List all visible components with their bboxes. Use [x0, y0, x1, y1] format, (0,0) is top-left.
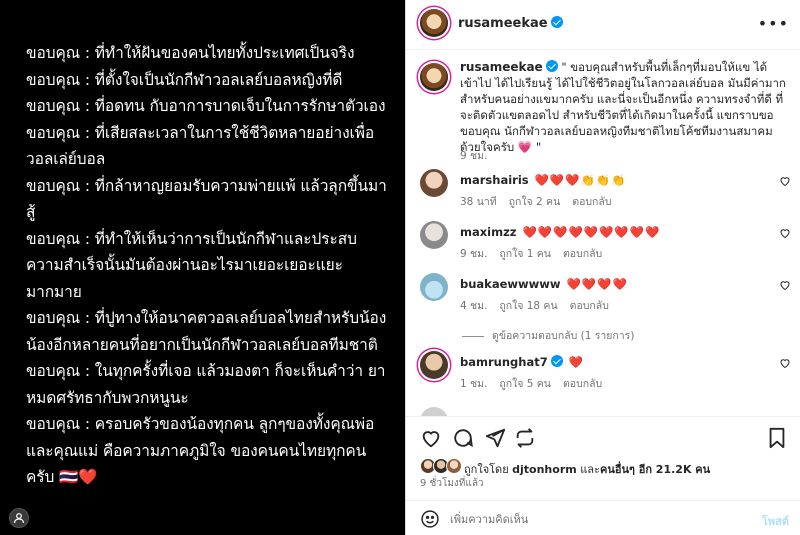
image-text-line: ขอบคุณ : ที่ตั้งใจเป็นนักกีฬาวอลเลย์บอลห… [26, 70, 343, 89]
image-text-line: ครับ 🇹🇭❤️ [26, 468, 98, 486]
commenter-username[interactable]: maximzz [460, 225, 516, 239]
image-text-line: ขอบคุณ : ที่เสียสละเวลาในการใช้ชีวิตหลาย… [26, 123, 375, 142]
comment-likes[interactable]: ถูกใจ 5 คน [499, 378, 551, 390]
commenter-avatar[interactable] [420, 221, 448, 249]
image-text-line: ขอบคุณ : ครอบครัวของน้องทุกคน ลูกๆของทั้… [26, 415, 375, 433]
comment-icon[interactable] [452, 427, 474, 449]
image-text-line: ขอบคุณ : ในทุกครั้งที่เจอ แล้วมองตา ก็จะ… [26, 362, 386, 380]
tagged-user-icon[interactable] [9, 508, 29, 528]
comment-time: 1 ชม. [460, 378, 488, 390]
image-text-line: และคุณแม่ คือความภาคภูมิใจ ของคนคนไทยทุก… [26, 441, 367, 460]
comment-meta: 9 ชม. ถูกใจ 1 คน ตอบกลับ [460, 245, 614, 262]
comment-likes[interactable]: ถูกใจ 1 คน [499, 248, 551, 260]
comment-text: ❤️ [568, 355, 585, 369]
caption-username[interactable]: rusameekae [460, 60, 543, 74]
image-text-line: น้องอีกหลายคนที่อยากเป็นนักกีฬาวอลเลย์บอ… [26, 335, 378, 354]
comment-likes[interactable]: ถูกใจ 18 คน [499, 300, 557, 312]
share-icon[interactable] [484, 427, 506, 449]
caption-time: 9 ชม. [460, 150, 488, 162]
comment-line: bamrunghat7 ❤️ [460, 355, 584, 369]
comment-likes[interactable]: ถูกใจ 2 คน [509, 196, 561, 208]
comment-meta: 1 ชม. ถูกใจ 5 คน ตอบกลับ [460, 375, 614, 392]
reply-button[interactable]: ตอบกลับ [572, 196, 611, 208]
post-actions [406, 416, 800, 456]
comment-line: buakaewwwww ❤️❤️❤️❤️ [460, 277, 628, 291]
comment-line: marshairis ❤️❤️❤️👏👏👏 [460, 173, 627, 187]
view-replies-link[interactable]: ดูข้อความตอบกลับ (1 รายการ) [462, 327, 634, 344]
image-text-line: หมดศรัทธากับพวกหนูนะ [26, 388, 189, 407]
likes-prefix: ถูกใจโดย [464, 463, 509, 476]
post-image: ขอบคุณ : ที่ทำให้ฝันของคนไทยทั้งประเทศเป… [0, 0, 405, 535]
comments-section: rusameekae " ขอบคุณสำหรับพื้นที่เล็กๆที่… [406, 51, 800, 416]
comment-like-heart-icon[interactable] [779, 227, 791, 239]
commenter-username[interactable]: buakaewwwww [460, 277, 561, 291]
author-username-text[interactable]: rusameekae [458, 16, 548, 31]
comment-item: marshairis ❤️❤️❤️👏👏👏 38 นาที ถูกใจ 2 คน ตอบ… [420, 169, 795, 209]
verified-badge-icon [545, 60, 558, 72]
likes-middle: และ [580, 463, 600, 476]
author-username[interactable]: rusameekae [458, 16, 563, 31]
add-comment-bar: โพสต์ [406, 500, 800, 535]
commenter-username[interactable]: bamrunghat7 [460, 355, 548, 369]
comment-text: ❤️❤️❤️👏👏👏 [534, 173, 627, 187]
commenter-avatar[interactable] [420, 407, 448, 416]
verified-badge-icon [550, 355, 563, 367]
likes-summary: ถูกใจโดย djtonhorm และคนอื่นๆ อีก 21.2K … [420, 456, 790, 478]
caption-avatar[interactable] [420, 63, 448, 91]
image-text-line: ขอบคุณ : ที่ทำให้ฝันของคนไทยทั้งประเทศเป… [26, 44, 355, 62]
reply-button[interactable]: ตอบกลับ [570, 300, 609, 312]
verified-badge-icon [550, 16, 563, 28]
comment-item: maximzz ❤️❤️❤️❤️❤️❤️❤️❤️❤️ 9 ชม. ถูกใจ 1 ค… [420, 221, 795, 261]
more-horizontal-icon[interactable]: ••• [758, 14, 789, 33]
reply-button[interactable]: ตอบกลับ [563, 248, 602, 260]
post-panel: rusameekae ••• rusameekae " ขอบคุณสำหรับ… [405, 0, 800, 535]
comment-line: maximzz ❤️❤️❤️❤️❤️❤️❤️❤️❤️ [460, 225, 660, 239]
commenter-avatar[interactable] [420, 351, 448, 379]
likes-text[interactable]: ถูกใจโดย djtonhorm และคนอื่นๆ อีก 21.2K … [464, 460, 710, 478]
caption-text: " ขอบคุณสำหรับพื้นที่เล็กๆที่มอบให้แข ได… [460, 60, 786, 154]
liker-username[interactable]: djtonhorm [512, 463, 577, 476]
comment-item: bamrunghat7 ❤️ 1 ชม. ถูกใจ 5 คน ตอบกลับ [420, 351, 795, 391]
comment-time: 4 ชม. [460, 300, 488, 312]
repost-icon[interactable] [514, 427, 536, 449]
comment-input[interactable] [450, 509, 740, 529]
comment-like-heart-icon[interactable] [779, 357, 791, 369]
image-text-line: ขอบคุณ : ที่ทำให้เห็นว่าการเป็นนักกีฬาแล… [26, 229, 357, 248]
comment-meta: 38 นาที ถูกใจ 2 คน ตอบกลับ [460, 193, 624, 210]
comment-like-heart-icon[interactable] [779, 175, 791, 187]
image-text-block: ขอบคุณ : ที่ทำให้ฝันของคนไทยทั้งประเทศเป… [26, 40, 396, 491]
image-text-line: ขอบคุณ : ที่กล้าหาญยอมรับความพ่ายแพ้ แล้… [26, 176, 387, 195]
image-text-line: สู้ [26, 203, 36, 221]
image-text-line: ความสำเร็จนั้นมันต้องผ่านอะไรมาเยอะเยอะแ… [26, 256, 343, 274]
author-avatar[interactable] [420, 9, 448, 37]
comment-item: buakaewwwww ❤️❤️❤️❤️ 4 ชม. ถูกใจ 18 คน ตอบก… [420, 273, 795, 313]
emoji-icon[interactable] [420, 509, 440, 529]
bookmark-icon[interactable] [767, 427, 787, 449]
comment-text: ❤️❤️❤️❤️❤️❤️❤️❤️❤️ [522, 225, 661, 239]
image-text-line: ขอบคุณ : ที่ปูทางให้อนาคตวอลเลย์บอลไทยสำ… [26, 309, 387, 327]
comment-time: 9 ชม. [460, 248, 488, 260]
commenter-avatar[interactable] [420, 169, 448, 197]
heart-icon[interactable] [420, 427, 442, 449]
comment-time: 38 นาที [460, 196, 497, 208]
post-comment-button[interactable]: โพสต์ [762, 512, 789, 530]
reply-button[interactable]: ตอบกลับ [563, 378, 602, 390]
image-text-line: ขอบคุณ : ที่อดทน กับอาการบาดเจ็บในการรัก… [26, 97, 386, 115]
post-time: 9 ชั่วโมงที่แล้ว [420, 478, 484, 489]
post-header: rusameekae ••• [406, 0, 800, 50]
commenter-avatar[interactable] [420, 273, 448, 301]
commenter-username[interactable]: marshairis [460, 173, 529, 187]
comment-like-heart-icon[interactable] [779, 279, 791, 291]
comment-meta: 4 ชม. ถูกใจ 18 คน ตอบกลับ [460, 297, 621, 314]
comment-text: ❤️❤️❤️❤️ [566, 277, 628, 291]
caption-body: rusameekae " ขอบคุณสำหรับพื้นที่เล็กๆที่… [460, 59, 790, 155]
likes-others[interactable]: คนอื่นๆ อีก 21.2K คน [600, 463, 710, 476]
image-text-line: มากมาย [26, 282, 82, 301]
liker-avatar[interactable] [446, 458, 462, 474]
image-text-line: วอลเล่ย์บอล [26, 150, 106, 168]
